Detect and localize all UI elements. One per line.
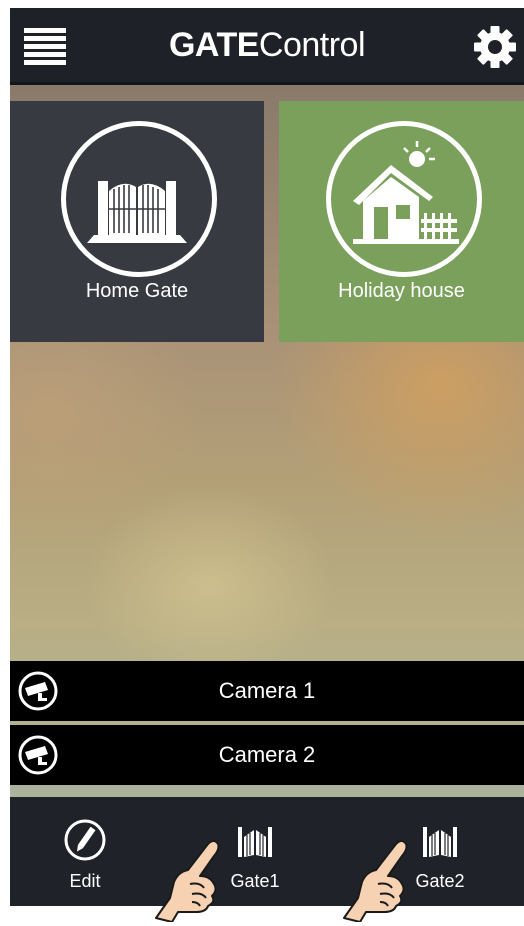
pencil-icon bbox=[64, 819, 106, 861]
gate-icon bbox=[423, 827, 457, 857]
app-title: GATEControl bbox=[168, 26, 366, 64]
bottom-toolbar: Edit Gate1 Gate2 bbox=[10, 797, 524, 906]
gate-icon bbox=[238, 827, 272, 857]
house-icon bbox=[353, 141, 459, 244]
app-screen: GATEControl Home Gate Holiday house Came… bbox=[10, 8, 524, 906]
gate2-label: Gate2 bbox=[415, 871, 465, 891]
gate1-label: Gate1 bbox=[230, 871, 280, 891]
camera-row-2[interactable]: Camera 2 bbox=[10, 725, 524, 785]
camera-label: Camera 2 bbox=[218, 742, 316, 767]
app-header: GATEControl bbox=[10, 8, 524, 85]
camera-row-1[interactable]: Camera 1 bbox=[10, 661, 524, 721]
gate-icon bbox=[87, 181, 187, 243]
edit-label: Edit bbox=[69, 871, 101, 891]
camera-label: Camera 1 bbox=[218, 678, 316, 703]
gate2-button[interactable]: Gate2 bbox=[395, 797, 485, 906]
tile-holiday-house[interactable]: Holiday house bbox=[279, 101, 524, 342]
tile-home-gate[interactable]: Home Gate bbox=[10, 101, 264, 342]
gear-icon[interactable] bbox=[472, 24, 518, 70]
edit-button[interactable]: Edit bbox=[50, 797, 120, 906]
tile-label: Home Gate bbox=[85, 280, 189, 302]
tile-label: Holiday house bbox=[338, 280, 465, 302]
gate1-button[interactable]: Gate1 bbox=[210, 797, 300, 906]
